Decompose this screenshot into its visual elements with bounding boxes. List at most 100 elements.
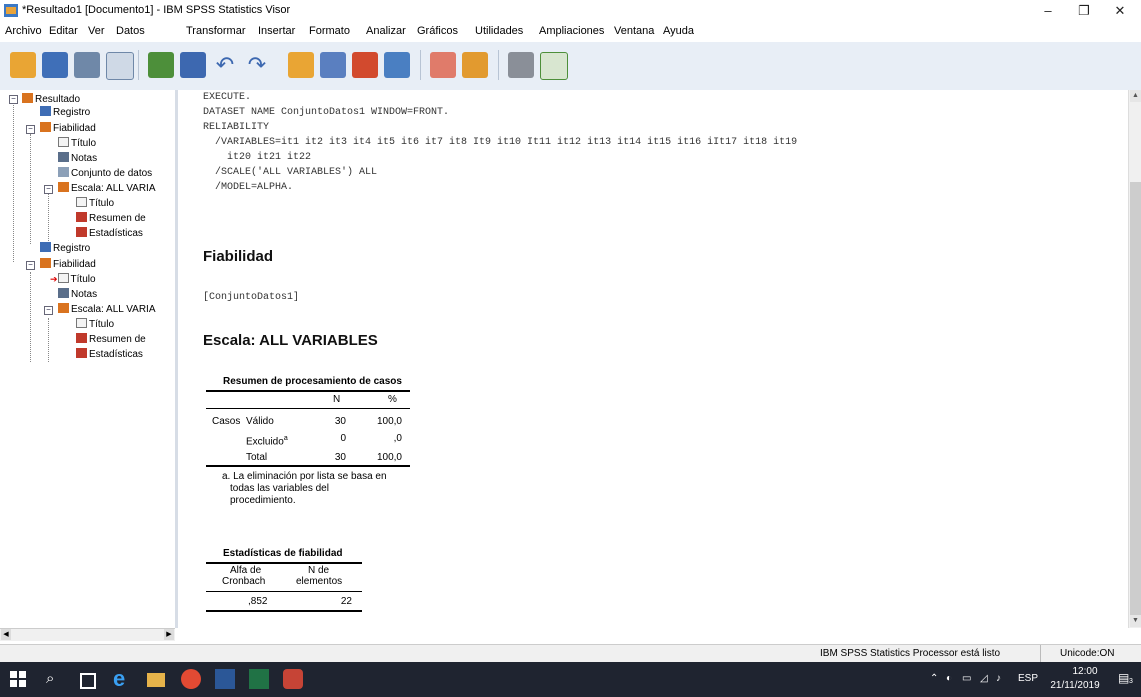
menu-archivo[interactable]: Archivo: [5, 25, 42, 37]
display-icon[interactable]: ▭: [962, 673, 971, 684]
scroll-right-icon[interactable]: ▶: [164, 629, 174, 640]
tree-label: Resumen de: [89, 334, 146, 345]
spss-taskbar-icon[interactable]: [283, 669, 303, 689]
tree-collapse-toggle[interactable]: −: [44, 306, 53, 315]
menu-ampliaciones[interactable]: Ampliaciones: [539, 25, 604, 37]
col-header-alpha: Cronbach: [222, 576, 266, 587]
row-group-casos: Casos: [212, 416, 241, 427]
tree-item-notas[interactable]: Notas: [58, 152, 97, 165]
tree-item-estadisticas[interactable]: Estadísticas: [76, 348, 173, 361]
table-icon: [76, 348, 87, 358]
tree-item-registro[interactable]: Registro: [40, 106, 90, 119]
menu-utilidades[interactable]: Utilidades: [475, 25, 523, 37]
volume-icon[interactable]: ♪: [996, 673, 1001, 684]
tree-item-escala[interactable]: Escala: ALL VARIA: [58, 182, 173, 195]
menu-insertar[interactable]: Insertar: [258, 25, 295, 37]
tree-label: Estadísticas: [89, 228, 143, 239]
row-label-text: Excluido: [246, 436, 284, 448]
tree-item-resumen[interactable]: Resumen de: [76, 333, 173, 346]
tree-item-notas[interactable]: Notas: [58, 288, 97, 301]
save-icon[interactable]: [42, 52, 68, 78]
tree-collapse-toggle[interactable]: −: [44, 185, 53, 194]
title-icon: [76, 197, 87, 207]
menu-bar: Archivo Editar Ver Datos Transformar Ins…: [0, 22, 1141, 42]
row-label: Total: [246, 452, 268, 463]
tree-collapse-toggle[interactable]: −: [26, 125, 35, 134]
print-icon[interactable]: [74, 52, 100, 78]
tree-item-fiabilidad[interactable]: Fiabilidad: [40, 258, 96, 271]
tree-item-titulo[interactable]: Título: [76, 197, 114, 210]
tree-label: Título: [70, 274, 96, 285]
tree-item-resultado[interactable]: Resultado: [22, 93, 80, 106]
tree-item-titulo-selected[interactable]: ➔ Título: [50, 273, 96, 286]
input-language[interactable]: ESP: [1018, 673, 1038, 684]
vertical-scrollbar[interactable]: ▲ ▼: [1128, 90, 1141, 628]
menu-ventana[interactable]: Ventana: [614, 25, 654, 37]
tree-item-conjunto-datos[interactable]: Conjunto de datos: [58, 167, 173, 180]
tree-item-escala[interactable]: Escala: ALL VARIA: [58, 303, 173, 316]
select-last-output-icon[interactable]: [540, 52, 568, 80]
syntax-line: /SCALE('ALL VARIABLES') ALL: [203, 167, 378, 178]
menu-graficos[interactable]: Gráficos: [417, 25, 458, 37]
menu-ayuda[interactable]: Ayuda: [663, 25, 694, 37]
designate-window-icon[interactable]: [430, 52, 456, 78]
insert-output-icon[interactable]: [462, 52, 488, 78]
scroll-thumb[interactable]: [1130, 182, 1141, 622]
tree-item-registro[interactable]: Registro: [40, 242, 90, 255]
tree-collapse-toggle[interactable]: −: [9, 95, 18, 104]
maximize-button[interactable]: ❐: [1066, 2, 1102, 20]
task-view-icon[interactable]: [80, 673, 96, 689]
menu-transformar[interactable]: Transformar: [186, 25, 246, 37]
table-rule: [206, 390, 410, 392]
tree-label: Notas: [71, 153, 98, 164]
row-n: 0: [340, 433, 346, 444]
network-icon[interactable]: ◐: [946, 673, 952, 684]
scroll-down-icon[interactable]: ▼: [1130, 615, 1141, 627]
open-icon[interactable]: [10, 52, 36, 78]
export-icon[interactable]: [148, 52, 174, 78]
menu-datos[interactable]: Datos: [116, 25, 145, 37]
tree-item-titulo[interactable]: Título: [76, 318, 114, 331]
promote-icon[interactable]: [508, 52, 534, 78]
table-rule: [206, 562, 362, 564]
chrome-icon[interactable]: [181, 669, 201, 689]
print-preview-icon[interactable]: [106, 52, 134, 80]
scroll-left-icon[interactable]: ◀: [1, 629, 11, 640]
menu-ver[interactable]: Ver: [88, 25, 105, 37]
tree-label: Registro: [53, 243, 91, 254]
outline-horizontal-scrollbar[interactable]: ◀ ▶: [0, 628, 175, 641]
menu-analizar[interactable]: Analizar: [366, 25, 406, 37]
tray-chevron-icon[interactable]: ⌃: [930, 673, 938, 684]
tree-item-estadisticas[interactable]: Estadísticas: [76, 227, 173, 240]
close-button[interactable]: ✕: [1102, 2, 1138, 20]
clock-time[interactable]: 12:00: [1055, 666, 1115, 677]
recall-dialog-icon[interactable]: [180, 52, 206, 78]
col-header-items: elementos: [296, 576, 343, 587]
variables-icon[interactable]: [352, 52, 378, 78]
menu-editar[interactable]: Editar: [49, 25, 78, 37]
menu-formato[interactable]: Formato: [309, 25, 350, 37]
goto-case-icon[interactable]: [288, 52, 314, 78]
scroll-up-icon[interactable]: ▲: [1130, 90, 1141, 102]
goto-variable-icon[interactable]: [320, 52, 346, 78]
minimize-button[interactable]: –: [1030, 2, 1066, 20]
edge-icon[interactable]: e: [113, 668, 133, 690]
create-variable-icon[interactable]: [384, 52, 410, 78]
word-icon[interactable]: [215, 669, 235, 689]
wifi-icon[interactable]: ◿: [980, 673, 988, 684]
file-explorer-icon[interactable]: [147, 673, 165, 687]
tree-item-resumen[interactable]: Resumen de: [76, 212, 173, 225]
n-items-value: 22: [340, 596, 352, 607]
tree-collapse-toggle[interactable]: −: [26, 261, 35, 270]
log-icon: [40, 242, 51, 252]
search-icon[interactable]: ⌕: [46, 669, 66, 689]
windows-start-icon[interactable]: [10, 671, 26, 687]
excel-icon[interactable]: [249, 669, 269, 689]
clock-date[interactable]: 21/11/2019: [1045, 680, 1105, 691]
tree-item-fiabilidad[interactable]: Fiabilidad: [40, 122, 96, 135]
undo-icon[interactable]: ↶: [212, 52, 238, 78]
notifications-icon[interactable]: ▤: [1118, 671, 1129, 685]
tree-item-titulo[interactable]: Título: [58, 137, 96, 150]
output-icon: [40, 258, 51, 268]
redo-icon[interactable]: ↷: [244, 52, 270, 78]
